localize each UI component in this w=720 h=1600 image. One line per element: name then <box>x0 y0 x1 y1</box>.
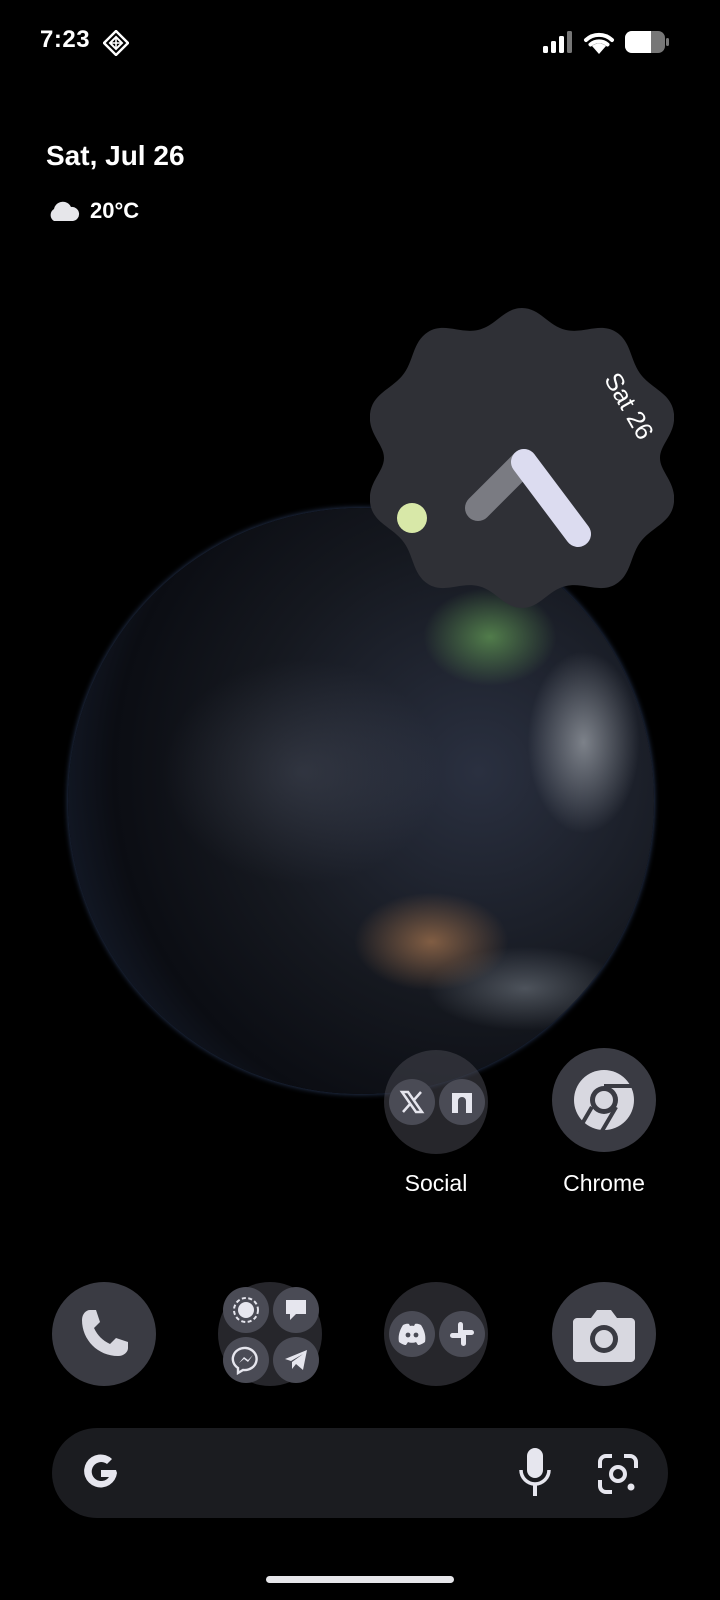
social-folder[interactable] <box>384 1050 488 1154</box>
at-a-glance-weather[interactable]: 20°C <box>46 196 139 226</box>
x-icon <box>389 1079 435 1125</box>
status-bar: 7:23 <box>0 0 720 86</box>
chrome-app[interactable] <box>552 1048 656 1152</box>
discord-icon <box>389 1311 435 1357</box>
camera-icon <box>573 1310 635 1362</box>
google-lens-icon[interactable] <box>596 1452 640 1496</box>
phone-icon <box>82 1310 128 1356</box>
notification-diamond-icon <box>103 30 129 56</box>
wifi-icon <box>584 32 614 54</box>
chrome-icon <box>574 1070 634 1132</box>
chrome-app-label: Chrome <box>563 1170 645 1196</box>
home-indicator[interactable] <box>266 1576 454 1583</box>
slack-icon <box>439 1311 485 1357</box>
threads-icon <box>439 1079 485 1125</box>
messenger-icon <box>223 1337 269 1383</box>
google-chat-icon <box>273 1287 319 1333</box>
status-time: 7:23 <box>40 26 91 53</box>
social-folder-label: Social <box>404 1170 468 1196</box>
weather-temperature: 20°C <box>90 198 140 223</box>
battery-icon <box>625 31 669 53</box>
phone-app[interactable] <box>52 1282 156 1386</box>
messaging-folder[interactable] <box>218 1282 322 1386</box>
camera-app[interactable] <box>552 1282 656 1386</box>
telegram-icon <box>273 1337 319 1383</box>
microphone-icon[interactable] <box>518 1446 552 1498</box>
signal-icon <box>223 1287 269 1333</box>
work-folder[interactable] <box>384 1282 488 1386</box>
at-a-glance-date[interactable]: Sat, Jul 26 <box>46 140 185 172</box>
cellular-signal-icon <box>543 31 572 53</box>
google-search-bar[interactable] <box>52 1428 668 1518</box>
cloud-icon <box>50 201 80 221</box>
google-g-icon[interactable] <box>80 1452 122 1494</box>
analog-clock-widget[interactable] <box>370 306 674 610</box>
clock-dot <box>397 503 427 533</box>
